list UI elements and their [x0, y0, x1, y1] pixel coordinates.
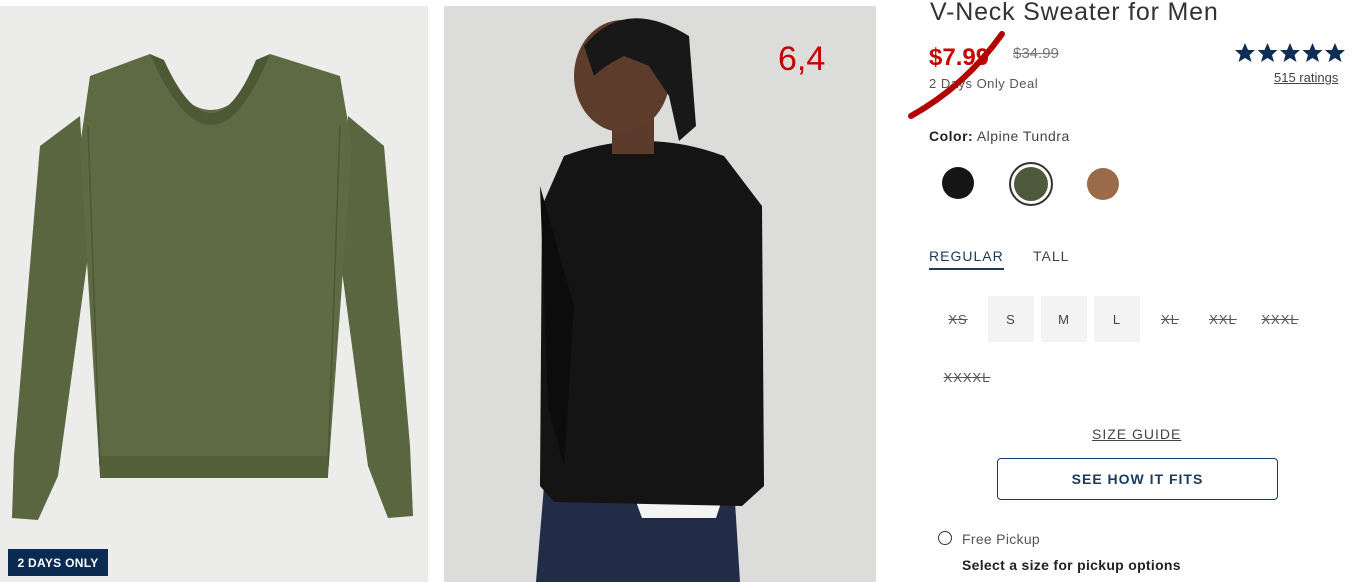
color-label-row: Color: Alpine Tundra	[929, 128, 1070, 144]
color-swatch-brown[interactable]	[1087, 168, 1119, 200]
size-xxl[interactable]: XXL	[1200, 296, 1246, 342]
size-l[interactable]: L	[1094, 296, 1140, 342]
original-price: $34.99	[1013, 45, 1059, 62]
free-pickup-label: Free Pickup	[962, 531, 1040, 547]
size-xl[interactable]: XL	[1147, 296, 1193, 342]
size-s[interactable]: S	[988, 296, 1034, 342]
product-title: V-Neck Sweater for Men	[930, 0, 1219, 26]
color-label: Color:	[929, 128, 974, 144]
star-rating-icon	[1234, 42, 1346, 64]
color-swatch-black[interactable]	[942, 167, 974, 199]
product-image-flat[interactable]: 2 DAYS ONLY	[0, 6, 428, 582]
size-guide-link[interactable]: SIZE GUIDE	[1092, 426, 1181, 442]
size-xs[interactable]: XS	[935, 296, 981, 342]
ratings-link[interactable]: 515 ratings	[1274, 70, 1338, 85]
tab-regular[interactable]: REGULAR	[929, 248, 1004, 270]
selected-color: Alpine Tundra	[976, 128, 1070, 144]
size-xxxxl[interactable]: XXXXL	[935, 354, 999, 400]
deal-badge: 2 DAYS ONLY	[8, 549, 108, 576]
product-image-model[interactable]	[444, 6, 876, 582]
red-strike-annotation	[908, 31, 1005, 119]
size-xxxl[interactable]: XXXL	[1254, 296, 1306, 342]
see-how-it-fits-button[interactable]: SEE HOW IT FITS	[997, 458, 1278, 500]
tab-tall[interactable]: TALL	[1033, 248, 1069, 264]
pickup-instructions: Select a size for pickup options	[962, 557, 1181, 573]
free-pickup-radio[interactable]	[938, 531, 952, 545]
annotation-text: 6,4	[778, 40, 826, 78]
color-swatch-alpine-tundra[interactable]	[1014, 167, 1048, 201]
size-m[interactable]: M	[1041, 296, 1087, 342]
